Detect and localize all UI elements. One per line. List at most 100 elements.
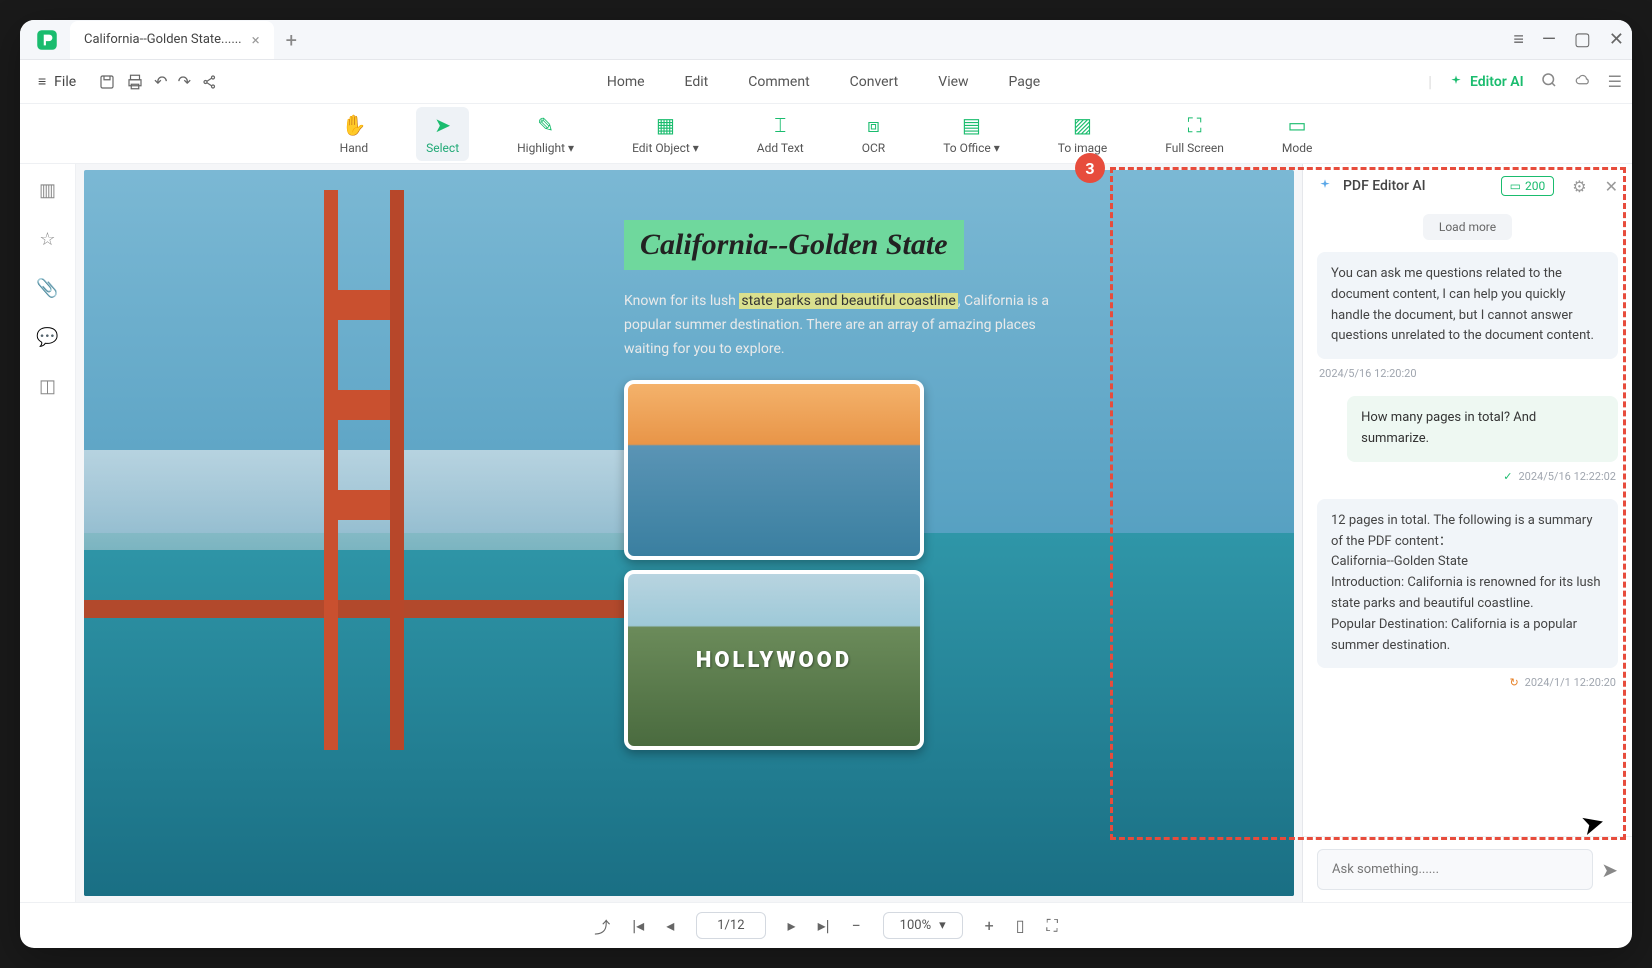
ai-credits-badge[interactable]: ▭ 200 xyxy=(1501,176,1555,196)
tool-full-screen[interactable]: ⛶Full Screen xyxy=(1155,107,1234,161)
fit-width-icon[interactable]: ⛶ xyxy=(1047,916,1058,936)
zoom-selector[interactable]: 100%▾ xyxy=(883,912,963,939)
tool-highlight-label: Highlight ▾ xyxy=(517,141,574,155)
tool-hand[interactable]: ✋ Hand xyxy=(330,107,378,161)
search-icon[interactable] xyxy=(1540,71,1558,93)
para-text-before: Known for its lush xyxy=(624,293,739,309)
document-title[interactable]: California--Golden State xyxy=(624,220,964,270)
cloud-icon[interactable] xyxy=(1574,71,1592,93)
new-tab-button[interactable]: + xyxy=(286,28,297,52)
zoom-in-icon[interactable]: + xyxy=(985,916,994,935)
tool-ocr[interactable]: ⧈ OCR xyxy=(852,107,895,161)
menubar-right: | Editor AI ☰ xyxy=(1428,71,1622,93)
menu-icon: ≡ xyxy=(38,73,46,90)
ai-panel: PDF Editor AI ▭ 200 ⚙ ✕ Load more You ca… xyxy=(1302,164,1632,902)
callout-badge: 3 xyxy=(1075,153,1105,183)
toolbar: ✋ Hand ➤Select ✎Highlight ▾ ▦Edit Object … xyxy=(20,104,1632,164)
edit-object-icon: ▦ xyxy=(656,113,675,137)
redo-icon[interactable]: ↷ xyxy=(178,72,191,91)
last-page-icon[interactable]: ▸| xyxy=(818,916,830,935)
menu-convert[interactable]: Convert xyxy=(850,74,899,90)
hollywood-image[interactable]: HOLLYWOOD xyxy=(624,570,924,750)
hamburger-icon[interactable]: ≡ xyxy=(1513,29,1524,50)
tool-ocr-label: OCR xyxy=(862,141,885,155)
send-icon[interactable]: ➤ xyxy=(1601,858,1618,882)
share-icon[interactable] xyxy=(201,72,219,91)
prev-page-icon[interactable]: ◂ xyxy=(666,916,674,935)
ai-panel-title: PDF Editor AI xyxy=(1343,178,1426,194)
ai-panel-header: PDF Editor AI ▭ 200 ⚙ ✕ xyxy=(1303,164,1632,208)
next-page-icon[interactable]: ▸ xyxy=(788,916,796,935)
hand-icon: ✋ xyxy=(341,113,366,137)
tool-mode[interactable]: ▭Mode xyxy=(1272,107,1322,161)
to-office-icon: ▤ xyxy=(962,113,981,137)
document-canvas[interactable]: California--Golden State Known for its l… xyxy=(76,164,1302,902)
ai-close-icon[interactable]: ✕ xyxy=(1605,177,1618,196)
tool-edit-object[interactable]: ▦Edit Object ▾ xyxy=(622,107,709,161)
close-tab-icon[interactable]: × xyxy=(252,31,260,49)
window-controls: ≡ — ▢ ✕ xyxy=(1513,29,1624,50)
tool-to-office[interactable]: ▤ To Office ▾ xyxy=(933,107,1010,161)
undo-icon[interactable]: ↶ xyxy=(154,72,167,91)
tool-hand-label: Hand xyxy=(340,141,368,155)
load-more-button[interactable]: Load more xyxy=(1423,214,1512,240)
tool-to-image[interactable]: ▨To image xyxy=(1048,107,1117,161)
user-message: How many pages in total? And summarize. xyxy=(1347,396,1618,462)
page-indicator[interactable]: 1/12 xyxy=(696,912,765,939)
tool-select[interactable]: ➤Select xyxy=(416,107,469,161)
summary-line-4: Popular Destination: California is a pop… xyxy=(1331,615,1604,657)
scroll-top-icon[interactable]: ⤴ xyxy=(594,914,610,938)
ai-input-field[interactable] xyxy=(1317,849,1593,890)
tab-title: California--Golden State...... xyxy=(84,32,242,47)
editor-ai-button[interactable]: Editor AI xyxy=(1448,74,1524,90)
sent-check-icon: ✓ xyxy=(1503,470,1512,483)
menu-home[interactable]: Home xyxy=(607,74,645,90)
menu-page[interactable]: Page xyxy=(1009,74,1041,90)
tool-highlight[interactable]: ✎Highlight ▾ xyxy=(507,107,584,161)
ocr-icon: ⧈ xyxy=(867,113,880,137)
layers-icon[interactable]: ◫ xyxy=(39,376,56,397)
tool-select-label: Select xyxy=(426,141,459,155)
single-page-icon[interactable]: ▯ xyxy=(1016,916,1025,935)
menubar: ≡ File ↶ ↷ Home Edit Comment Convert Vie… xyxy=(20,60,1632,104)
tool-to-office-label: To Office ▾ xyxy=(943,141,1000,155)
menu-edit[interactable]: Edit xyxy=(685,74,709,90)
tool-to-image-label: To image xyxy=(1058,141,1107,155)
comment-panel-icon[interactable]: 💬 xyxy=(36,327,58,348)
body: ▥ ☆ 📎 💬 ◫ California--Golden State xyxy=(20,164,1632,902)
chevron-down-icon: ▾ xyxy=(939,918,946,933)
ai-settings-icon[interactable]: ⚙ xyxy=(1572,177,1586,196)
retry-icon[interactable]: ↻ xyxy=(1509,676,1518,689)
print-icon[interactable] xyxy=(126,72,144,91)
ai-credits-value: 200 xyxy=(1525,179,1545,193)
document-page: California--Golden State Known for its l… xyxy=(84,170,1294,896)
left-rail: ▥ ☆ 📎 💬 ◫ xyxy=(20,164,76,902)
attachment-icon[interactable]: 📎 xyxy=(36,278,58,299)
first-page-icon[interactable]: |◂ xyxy=(632,916,644,935)
highlighted-text: state parks and beautiful coastline xyxy=(739,293,957,309)
document-tab[interactable]: California--Golden State...... × xyxy=(70,21,274,59)
save-icon[interactable] xyxy=(98,72,116,91)
ai-sparkle-icon xyxy=(1317,178,1333,194)
ai-message-1: You can ask me questions related to the … xyxy=(1317,252,1618,359)
maximize-icon[interactable]: ▢ xyxy=(1574,29,1591,50)
settings-icon[interactable]: ☰ xyxy=(1608,72,1622,91)
tool-add-text-label: Add Text xyxy=(757,141,804,155)
file-menu[interactable]: ≡ File xyxy=(30,67,84,96)
titlebar: California--Golden State...... × + ≡ — ▢… xyxy=(20,20,1632,60)
menu-view[interactable]: View xyxy=(938,74,968,90)
minimize-icon[interactable]: — xyxy=(1542,29,1556,50)
beach-image[interactable] xyxy=(624,380,924,560)
close-window-icon[interactable]: ✕ xyxy=(1609,29,1624,50)
add-text-icon: ⌶ xyxy=(774,113,786,137)
summary-line-2: California--Golden State xyxy=(1331,552,1604,573)
document-paragraph[interactable]: Known for its lush state parks and beaut… xyxy=(624,290,1064,361)
thumbnails-icon[interactable]: ▥ xyxy=(39,180,56,201)
zoom-out-icon[interactable]: − xyxy=(852,916,861,935)
chat-area: You can ask me questions related to the … xyxy=(1303,252,1632,836)
fullscreen-icon: ⛶ xyxy=(1188,113,1202,137)
tool-add-text[interactable]: ⌶ Add Text xyxy=(747,107,814,161)
mode-icon: ▭ xyxy=(1288,113,1307,137)
bookmark-icon[interactable]: ☆ xyxy=(39,229,55,250)
menu-comment[interactable]: Comment xyxy=(748,74,809,90)
